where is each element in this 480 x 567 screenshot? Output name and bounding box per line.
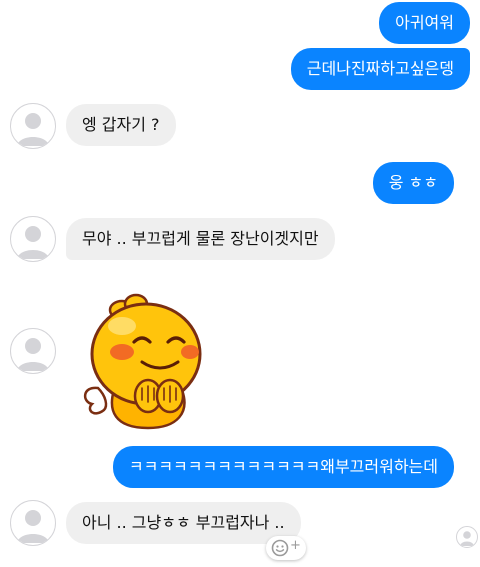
contact-avatar[interactable] [10,328,56,374]
message-text: 웅 ㅎㅎ [388,173,438,192]
default-profile-icon [460,531,474,546]
message-bubble-outgoing[interactable]: 아귀여워 [379,2,470,44]
message-text: 근데나진짜하고싶은뎅 [306,59,454,78]
blushing-dragon-sticker[interactable] [78,290,218,430]
message-bubble-outgoing[interactable]: 근데나진짜하고싶은뎅 [290,48,470,90]
message-text: ㅋㅋㅋㅋㅋㅋㅋㅋㅋㅋㅋㅋㅋ왜부끄러워하는데 [128,457,438,476]
smiley-add-icon [271,539,289,557]
contact-avatar[interactable] [10,103,56,149]
default-profile-icon [17,113,49,146]
message-bubble-incoming[interactable]: 무야 .. 부끄럽게 물론 장난이겟지만 [66,218,335,260]
plus-icon: + [290,537,301,553]
message-text: 아귀여워 [395,13,454,32]
message-bubble-incoming[interactable]: 엥 갑자기 ? [66,104,176,146]
default-profile-icon [17,226,49,259]
message-text: 아니 .. 그냥ㅎㅎ 부끄럽자나 .. [82,513,285,532]
message-text: 엥 갑자기 ? [82,115,160,134]
seen-indicator-avatar [456,526,478,548]
default-profile-icon [17,338,49,371]
message-bubble-outgoing[interactable]: 웅 ㅎㅎ [372,162,454,204]
add-reaction-button[interactable]: + [266,536,306,560]
message-text: 무야 .. 부끄럽게 물론 장난이겟지만 [82,229,319,248]
contact-avatar[interactable] [10,500,56,546]
default-profile-icon [17,510,49,543]
message-bubble-incoming[interactable]: 아니 .. 그냥ㅎㅎ 부끄럽자나 .. [66,502,301,544]
message-bubble-outgoing[interactable]: ㅋㅋㅋㅋㅋㅋㅋㅋㅋㅋㅋㅋㅋ왜부끄러워하는데 [112,446,454,488]
contact-avatar[interactable] [10,216,56,262]
